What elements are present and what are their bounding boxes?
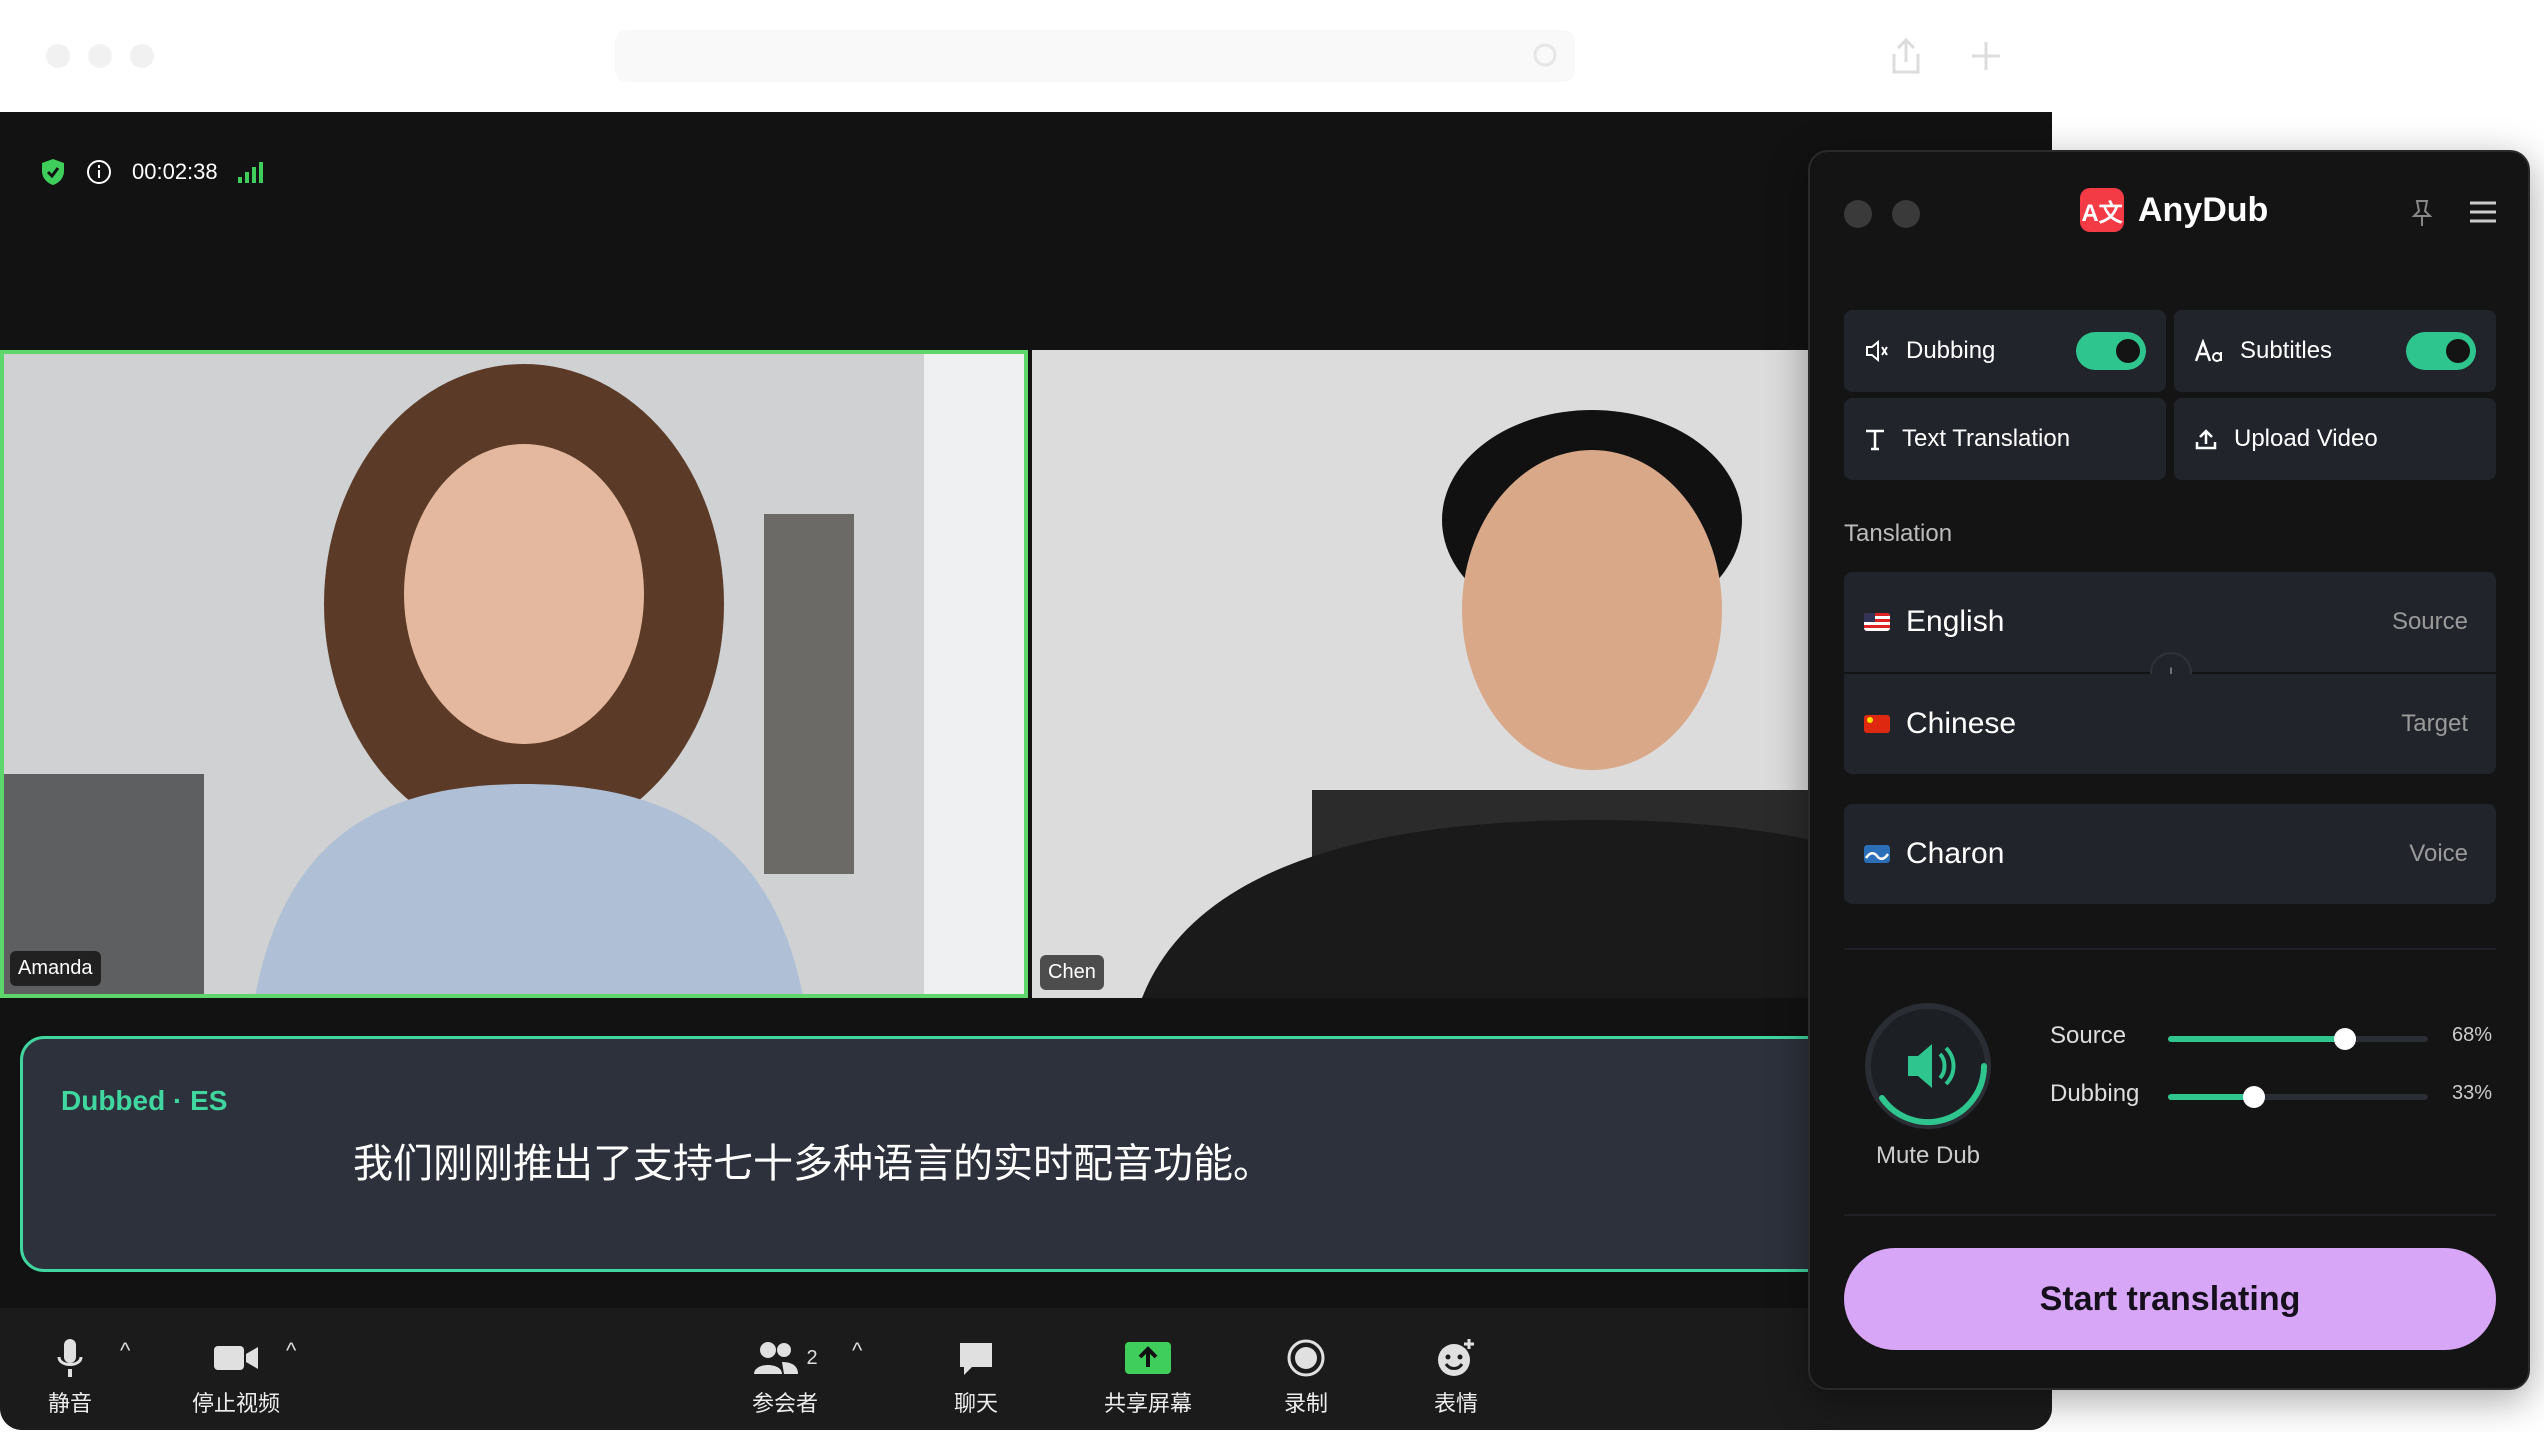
voice-name: Charon [1906,837,2005,870]
meeting-toolbar: 静音 ^ 停止视频 ^ 2 参会者 ^ 聊天 共享屏幕 录制 表情 [0,1308,2052,1430]
text-icon [1866,429,1884,451]
target-language-select[interactable]: Chinese Target [1844,674,2496,774]
dubbing-volume-knob[interactable] [2243,1086,2265,1108]
stop-video-label: 停止视频 [192,1392,281,1417]
target-role-label: Target [2401,710,2468,737]
chat-bubble-icon [960,1343,992,1375]
source-volume-label: Source [2050,1022,2127,1049]
panel-minimize-dot[interactable] [1892,200,1920,228]
reload-icon[interactable] [1530,40,1560,70]
dubbing-volume-slider[interactable] [2168,1086,2428,1108]
upload-icon [2195,429,2217,450]
reactions-label: 表情 [1434,1392,1479,1417]
video-tile-amanda[interactable]: Amanda [0,350,1028,998]
subtitles-toggle[interactable] [2406,332,2476,370]
speaker-icon [1866,339,1888,363]
source-language: English [1906,605,2005,638]
new-tab-icon[interactable] [1968,38,2004,74]
video-options-caret[interactable]: ^ [286,1338,296,1364]
participants-options-caret[interactable]: ^ [852,1338,862,1364]
record-label: 录制 [1284,1392,1329,1417]
dubbing-volume-label: Dubbing [2050,1080,2140,1107]
browser-chrome [0,0,2544,112]
text-translation-label: Text Translation [1902,425,2071,452]
panel-close-dot[interactable] [1844,200,1872,228]
video-camera-icon [214,1346,258,1370]
source-volume-percent: 68% [2452,1024,2493,1046]
connection-signal-icon[interactable] [237,161,264,183]
close-window-dot[interactable] [46,44,70,68]
pin-icon[interactable] [2410,198,2434,228]
participant-name-label: Amanda [10,951,101,986]
menu-icon[interactable] [2468,200,2498,224]
dubbing-label: Dubbing [1906,337,1996,364]
share-screen-button[interactable]: 共享屏幕 [1104,1336,1192,1418]
subtitles-feature-card[interactable]: Subtitles [2174,310,2496,392]
text-translation-card[interactable]: Text Translation [1844,398,2166,480]
source-volume-knob[interactable] [2334,1028,2356,1050]
target-language: Chinese [1906,707,2017,740]
meeting-window: 00:02:38 Amanda Chen Dubbed · ES 我们刚刚推出了… [0,112,2052,1430]
mute-dub-button[interactable] [1862,1000,1994,1132]
participant-count: 2 [806,1346,818,1369]
chat-button[interactable]: 聊天 [954,1336,998,1418]
participants-button[interactable]: 2 参会者 [752,1336,818,1418]
mute-label: 静音 [48,1392,93,1417]
dubbed-subtitle-text: 我们刚刚推出了支持七十多种语言的实时配音功能。 [353,1141,1273,1187]
minimize-window-dot[interactable] [88,44,112,68]
font-size-icon [2194,339,2222,362]
divider [1844,948,2496,950]
voice-select[interactable]: Charon Voice [1844,804,2496,904]
dubbed-language-label: Dubbed · ES [61,1085,228,1116]
anydub-panel: A文 AnyDub Dubbing Subtitles Text Transla… [1808,150,2530,1390]
us-flag-icon [1864,613,1890,631]
address-bar[interactable] [615,30,1575,82]
stop-video-button[interactable]: 停止视频 [192,1336,280,1418]
info-icon[interactable] [86,159,112,185]
anydub-logo-icon: A文 [2080,188,2124,232]
dubbing-feature-card[interactable]: Dubbing [1844,310,2166,392]
subtitles-label: Subtitles [2240,337,2333,364]
source-role-label: Source [2391,608,2468,635]
chat-label: 聊天 [954,1392,999,1417]
divider [1844,1214,2496,1216]
participants-icon [754,1342,799,1374]
mute-button[interactable]: 静音 [48,1336,92,1418]
audio-options-caret[interactable]: ^ [120,1338,130,1364]
dubbing-volume-percent: 33% [2452,1082,2493,1104]
emoji-add-icon [1438,1339,1474,1376]
microphone-icon [57,1339,83,1377]
mute-dub-label: Mute Dub [1875,1142,1981,1169]
participants-label: 参会者 [752,1392,819,1417]
meeting-status-bar: 00:02:38 [40,152,264,192]
upload-video-label: Upload Video [2234,425,2378,452]
anydub-brand: A文 AnyDub [2080,188,2268,232]
reactions-button[interactable]: 表情 [1434,1336,1478,1418]
upload-video-card[interactable]: Upload Video [2174,398,2496,480]
dubbing-toggle[interactable] [2076,332,2146,370]
record-button[interactable]: 录制 [1284,1336,1328,1418]
anydub-title: AnyDub [2138,190,2269,229]
share-screen-icon [1125,1342,1171,1374]
maximize-window-dot[interactable] [130,44,154,68]
encryption-shield-icon[interactable] [40,158,66,186]
wave-icon [1864,845,1890,863]
share-icon[interactable] [1888,36,1924,76]
source-volume-slider[interactable] [2168,1028,2428,1050]
source-volume-fill [2168,1036,2345,1042]
share-screen-label: 共享屏幕 [1104,1392,1193,1417]
meeting-timer: 00:02:38 [132,159,218,184]
dubbing-volume-fill [2168,1094,2254,1100]
participant-video-amanda [4,354,1024,994]
record-icon [1287,1339,1325,1377]
dubbed-subtitle-box: Dubbed · ES 我们刚刚推出了支持七十多种语言的实时配音功能。 [20,1036,2052,1272]
start-translating-button[interactable]: Start translating [1844,1248,2496,1350]
participant-name-label: Chen [1040,955,1104,990]
translation-section-label: Tanslation [1844,520,1953,547]
voice-role-label: Voice [2409,840,2468,867]
china-flag-icon [1864,715,1890,733]
